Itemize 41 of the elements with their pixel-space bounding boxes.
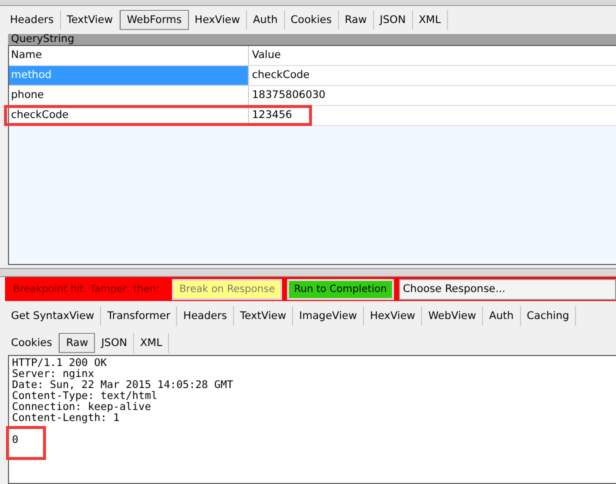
response-tab[interactable]: Auth xyxy=(483,306,521,326)
table-cell-text: 18375806030 xyxy=(251,88,326,103)
response-tab[interactable]: HexView xyxy=(364,306,422,326)
request-tab[interactable]: WebForms xyxy=(120,10,189,30)
response-tab[interactable]: Headers xyxy=(177,306,234,326)
request-tab[interactable]: Auth xyxy=(246,10,285,30)
response-tab[interactable]: ImageView xyxy=(293,306,364,326)
request-tab[interactable]: Cookies xyxy=(284,10,339,30)
table-cell[interactable]: phone xyxy=(9,86,249,105)
response-body: 0 xyxy=(12,434,18,446)
request-tab[interactable]: Headers xyxy=(4,10,61,30)
response-tab[interactable]: Caching xyxy=(520,306,576,326)
response-text-area[interactable]: HTTP/1.1 200 OK Server: nginx Date: Sun, 22 Mar 2015 14:05:28 GMT Content-Type: text/html Connection: keep-alive Content-Length: 1 0 xyxy=(8,355,616,484)
request-tab[interactable]: Raw xyxy=(338,10,374,30)
response-line: Content-Length: 1 xyxy=(12,413,120,424)
request-tab[interactable]: HexView xyxy=(188,10,247,30)
table-cell-text: 123456 xyxy=(251,108,294,123)
response-line: Content-Type: text/html xyxy=(12,391,158,402)
response-tab[interactable]: Raw xyxy=(59,332,96,352)
response-line: Connection: keep-alive xyxy=(12,402,152,413)
table-cell-text: checkCode xyxy=(251,68,311,83)
column-header: Name xyxy=(9,46,249,65)
breakpoint-message: Breakpoint hit. Tamper, then: xyxy=(13,284,160,294)
response-tab[interactable]: Transformer xyxy=(101,306,178,326)
response-tab[interactable]: WebView xyxy=(422,306,484,326)
breakpoint-button[interactable]: Break on Response xyxy=(172,278,282,300)
breakpoint-button[interactable]: Run to Completion xyxy=(286,278,394,300)
section-header: QueryString xyxy=(8,34,616,45)
splitter-bar[interactable] xyxy=(0,268,616,277)
response-line: Date: Sun, 22 Mar 2015 14:05:28 GMT xyxy=(12,380,234,391)
response-dropdown[interactable]: Choose Response... xyxy=(398,278,616,300)
response-line: Server: nginx xyxy=(12,369,96,380)
request-tab[interactable]: XML xyxy=(412,10,448,30)
response-tab[interactable]: Get SyntaxView xyxy=(5,306,102,326)
response-tab[interactable]: JSON xyxy=(95,332,134,352)
table-cell[interactable]: checkCode xyxy=(9,106,249,125)
response-tab[interactable]: XML xyxy=(134,332,170,352)
request-tab[interactable]: JSON xyxy=(374,10,413,30)
response-line: HTTP/1.1 200 OK xyxy=(12,358,108,369)
response-tab[interactable]: TextView xyxy=(234,306,294,326)
column-header: Value xyxy=(251,48,282,63)
